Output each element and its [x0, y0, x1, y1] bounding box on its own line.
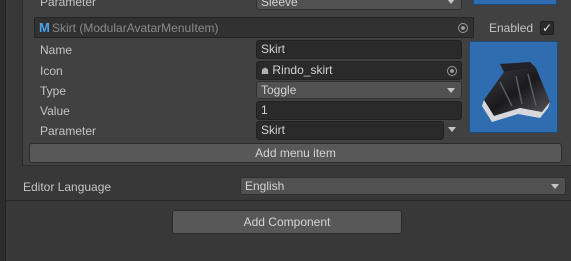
- icon-label: Icon: [40, 64, 63, 78]
- icon-object-field[interactable]: ☗ Rindo_skirt: [256, 61, 462, 80]
- menu-item-header[interactable]: M Skirt (ModularAvatarMenuItem): [34, 17, 474, 38]
- editor-language-value: English: [245, 179, 285, 193]
- texture-icon: ☗: [261, 66, 270, 76]
- type-value: Toggle: [261, 83, 297, 97]
- value-input[interactable]: 1: [256, 101, 462, 120]
- prev-parameter-dropdown[interactable]: Sleeve: [256, 0, 462, 10]
- parameter-label: Parameter: [40, 124, 97, 138]
- editor-language-dropdown[interactable]: English: [240, 177, 566, 195]
- prev-parameter-label: Parameter: [40, 0, 97, 9]
- name-input[interactable]: Skirt: [256, 40, 462, 59]
- chevron-down-icon: [447, 0, 455, 4]
- skirt-preview-icon: [482, 62, 550, 122]
- type-label: Type: [40, 84, 67, 98]
- modular-avatar-logo-icon: M: [39, 20, 50, 35]
- window-edge: [0, 0, 6, 261]
- editor-language-label: Editor Language: [23, 180, 112, 194]
- component-title: Skirt (ModularAvatarMenuItem): [52, 21, 219, 35]
- prev-preview-image: [473, 0, 557, 5]
- add-component-button[interactable]: Add Component: [172, 210, 402, 234]
- name-label: Name: [40, 43, 73, 57]
- enabled-label: Enabled: [489, 21, 534, 35]
- chevron-down-icon: [551, 184, 559, 189]
- object-picker-icon[interactable]: [447, 66, 457, 76]
- parameter-dropdown-arrow-icon[interactable]: [448, 127, 456, 132]
- prev-parameter-value: Sleeve: [261, 0, 298, 9]
- type-dropdown[interactable]: Toggle: [256, 81, 462, 99]
- icon-value: Rindo_skirt: [272, 63, 333, 77]
- object-picker-icon[interactable]: [458, 23, 468, 33]
- parameter-input[interactable]: Skirt: [256, 121, 444, 140]
- divider: [6, 200, 571, 201]
- icon-preview-image: [469, 41, 558, 133]
- value-label: Value: [40, 104, 70, 118]
- chevron-down-icon: [447, 88, 455, 93]
- add-menu-item-button[interactable]: Add menu item: [29, 143, 562, 163]
- enabled-checkbox[interactable]: ✓: [540, 21, 554, 35]
